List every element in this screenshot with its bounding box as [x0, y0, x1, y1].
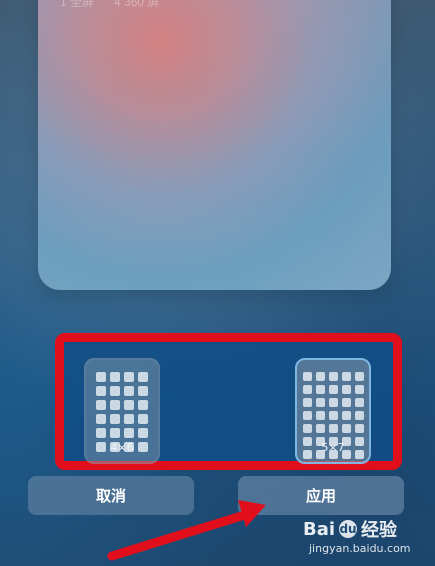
- grid-dot: [328, 411, 338, 420]
- grid-option-4x6[interactable]: 4×6: [84, 358, 160, 464]
- watermark-logo: Bai du 经验: [303, 516, 397, 542]
- grid-selector-panel: 4×6 5×7: [55, 333, 402, 470]
- grid-dot: [354, 424, 364, 433]
- grid-option-5x7[interactable]: 5×7: [295, 358, 371, 464]
- watermark-brand-right: 经验: [361, 520, 398, 541]
- grid-option-label: 4×6: [110, 441, 134, 454]
- grid-dot: [96, 372, 106, 382]
- grid-dot: [96, 400, 106, 410]
- grid-dot: [302, 398, 312, 407]
- baidu-jingyan-watermark: Bai du 经验 jingyan.baidu.com: [303, 516, 435, 564]
- grid-dot: [354, 398, 364, 407]
- grid-dot: [328, 385, 338, 394]
- grid-dot: [315, 385, 325, 394]
- grid-dot: [315, 411, 325, 420]
- grid-dot: [302, 385, 312, 394]
- grid-dot: [354, 372, 364, 381]
- grid-dot: [96, 414, 106, 424]
- grid-dot: [138, 414, 148, 424]
- wallpaper-preview-card: 1 全屏 4 360 屏: [38, 0, 391, 290]
- grid-dot: [302, 411, 312, 420]
- grid-dot: [138, 386, 148, 396]
- preview-status-item-2: 4 360 屏: [114, 0, 160, 9]
- grid-dot: [302, 372, 312, 381]
- grid-dot: [341, 398, 351, 407]
- grid-dot: [124, 386, 134, 396]
- grid-dot: [354, 385, 364, 394]
- watermark-brand-left: Bai: [303, 518, 336, 540]
- grid-dot: [328, 424, 338, 433]
- grid-dot: [124, 400, 134, 410]
- grid-dot: [96, 428, 106, 438]
- grid-dot: [341, 372, 351, 381]
- preview-status-item-1: 1 全屏: [60, 0, 95, 9]
- grid-dot: [124, 414, 134, 424]
- grid-dot: [302, 424, 312, 433]
- grid-dot: [124, 428, 134, 438]
- grid-dot: [315, 372, 325, 381]
- grid-dot: [110, 414, 120, 424]
- cancel-button[interactable]: 取消: [28, 476, 194, 515]
- grid-dot: [138, 372, 148, 382]
- grid-dot: [328, 398, 338, 407]
- grid-dot: [315, 424, 325, 433]
- grid-option-label: 5×7: [321, 441, 345, 454]
- grid-dot: [138, 400, 148, 410]
- watermark-url: jingyan.baidu.com: [309, 542, 411, 555]
- apply-button[interactable]: 应用: [238, 476, 404, 515]
- grid-dot: [138, 428, 148, 438]
- grid-dot: [328, 372, 338, 381]
- grid-dot: [110, 400, 120, 410]
- preview-status-text: 1 全屏 4 360 屏: [60, 0, 320, 9]
- grid-dot: [110, 372, 120, 382]
- baidu-paw-icon: du: [339, 520, 358, 538]
- grid-dot: [124, 372, 134, 382]
- grid-dot: [96, 386, 106, 396]
- grid-dot: [341, 385, 351, 394]
- grid-dot: [341, 424, 351, 433]
- grid-dot: [341, 411, 351, 420]
- grid-dots-4x6: [86, 372, 158, 452]
- grid-dot: [354, 411, 364, 420]
- grid-dot: [315, 398, 325, 407]
- grid-dot: [110, 386, 120, 396]
- grid-dot: [110, 428, 120, 438]
